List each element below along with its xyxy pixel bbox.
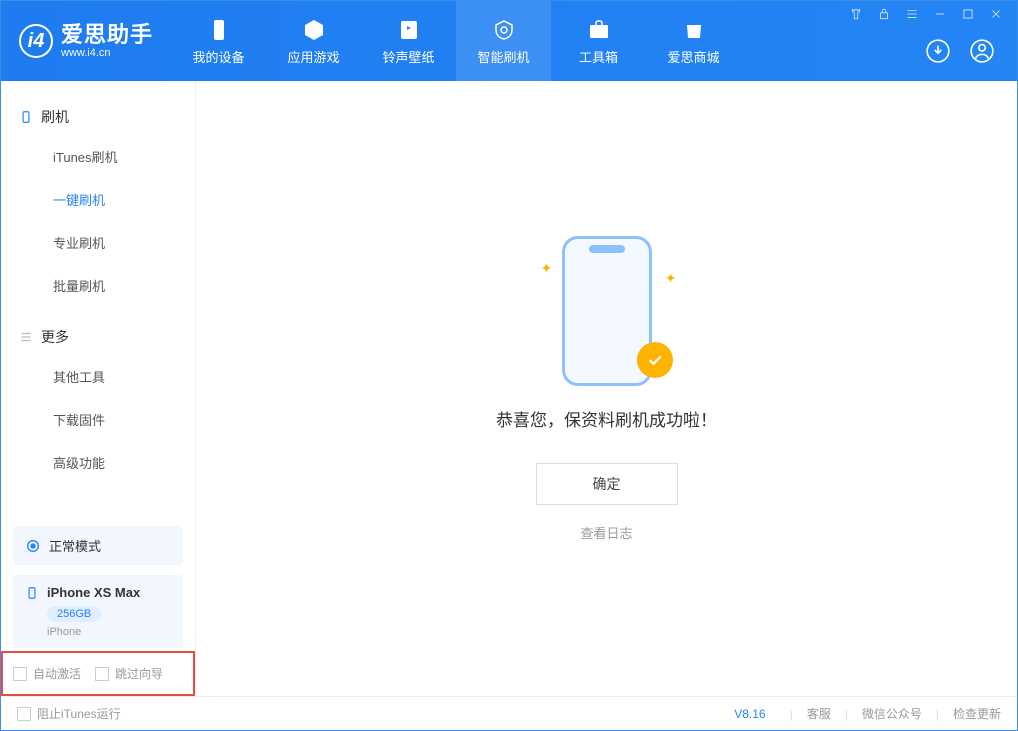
device-box[interactable]: iPhone XS Max 256GB iPhone (13, 575, 183, 648)
minimize-icon[interactable] (933, 7, 947, 26)
header-bar: i4 爱思助手 www.i4.cn 我的设备 应用游戏 铃声壁纸 智能刷机 (1, 1, 1017, 81)
app-name: 爱思助手 (61, 23, 153, 47)
nav-store[interactable]: 爱思商城 (646, 1, 741, 81)
options-highlight-box: 自动激活 跳过向导 (1, 651, 195, 696)
check-update-link[interactable]: 检查更新 (953, 705, 1001, 722)
sidebar-section-flash: 刷机 (1, 99, 195, 135)
nav-label: 爱思商城 (668, 47, 720, 66)
checkbox-label: 自动激活 (33, 665, 81, 682)
main-content: ✦ ✦ 恭喜您，保资料刷机成功啦！ 确定 查看日志 (196, 81, 1017, 696)
device-type: iPhone (47, 626, 171, 638)
sidebar-section-more: 更多 (1, 319, 195, 355)
section-title: 刷机 (41, 107, 69, 127)
logo-text: 爱思助手 www.i4.cn (61, 23, 153, 59)
checkbox-block-itunes[interactable]: 阻止iTunes运行 (17, 705, 121, 722)
menu-icon[interactable] (905, 7, 919, 26)
nav-smart-flash[interactable]: 智能刷机 (456, 1, 551, 81)
nav-label: 智能刷机 (478, 47, 530, 66)
section-title: 更多 (41, 327, 69, 347)
ok-button[interactable]: 确定 (536, 463, 678, 505)
mode-box[interactable]: 正常模式 (13, 526, 183, 565)
sidebar-item-other-tools[interactable]: 其他工具 (1, 355, 195, 398)
checkbox-auto-activate[interactable]: 自动激活 (13, 665, 81, 682)
maximize-icon[interactable] (961, 7, 975, 26)
checkbox-label: 跳过向导 (115, 665, 163, 682)
sidebar-item-batch-flash[interactable]: 批量刷机 (1, 264, 195, 307)
body: 刷机 iTunes刷机 一键刷机 专业刷机 批量刷机 更多 其他工具 下载固件 … (1, 81, 1017, 696)
nav-toolbox[interactable]: 工具箱 (551, 1, 646, 81)
close-icon[interactable] (989, 7, 1003, 26)
device-capacity: 256GB (47, 606, 101, 622)
cube-icon (301, 17, 327, 43)
nav-label: 我的设备 (193, 47, 245, 66)
download-icon[interactable] (925, 38, 951, 69)
header-right (849, 1, 1007, 81)
window-controls (849, 7, 1003, 26)
lock-icon[interactable] (877, 7, 891, 26)
shirt-icon[interactable] (849, 7, 863, 26)
support-link[interactable]: 客服 (807, 705, 831, 722)
checkbox-icon (95, 667, 109, 681)
separator: | (845, 707, 848, 721)
separator: | (936, 707, 939, 721)
sparkle-icon: ✦ (541, 260, 553, 277)
briefcase-icon (586, 17, 612, 43)
mode-label: 正常模式 (49, 536, 101, 555)
mode-icon (25, 538, 41, 554)
success-message: 恭喜您，保资料刷机成功啦！ (496, 406, 717, 431)
sparkle-icon: ✦ (665, 270, 677, 287)
sidebar-item-advanced[interactable]: 高级功能 (1, 441, 195, 484)
checkbox-skip-setup[interactable]: 跳过向导 (95, 665, 163, 682)
nav-label: 应用游戏 (288, 47, 340, 66)
app-url: www.i4.cn (61, 47, 153, 59)
logo-icon: i4 (19, 24, 53, 58)
sidebar-item-pro-flash[interactable]: 专业刷机 (1, 221, 195, 264)
device-small-icon (25, 586, 39, 600)
user-icon[interactable] (969, 38, 995, 69)
check-badge-icon (637, 342, 673, 378)
nav-label: 铃声壁纸 (383, 47, 435, 66)
checkbox-icon (13, 667, 27, 681)
music-icon (396, 17, 422, 43)
header-user-icons (925, 38, 995, 69)
nav-my-device[interactable]: 我的设备 (171, 1, 266, 81)
success-illustration: ✦ ✦ (547, 236, 667, 386)
shopping-bag-icon (681, 17, 707, 43)
logo-area: i4 爱思助手 www.i4.cn (1, 1, 171, 81)
device-icon (19, 110, 33, 124)
version-label: V8.16 (734, 707, 765, 721)
phone-icon (206, 17, 232, 43)
top-nav: 我的设备 应用游戏 铃声壁纸 智能刷机 工具箱 爱思商城 (171, 1, 741, 81)
sidebar-item-oneclick-flash[interactable]: 一键刷机 (1, 178, 195, 221)
device-name: iPhone XS Max (47, 585, 140, 600)
wechat-link[interactable]: 微信公众号 (862, 705, 922, 722)
separator: | (790, 707, 793, 721)
nav-apps-games[interactable]: 应用游戏 (266, 1, 361, 81)
refresh-shield-icon (491, 17, 517, 43)
app-window: i4 爱思助手 www.i4.cn 我的设备 应用游戏 铃声壁纸 智能刷机 (0, 0, 1018, 731)
checkbox-label: 阻止iTunes运行 (37, 705, 121, 722)
sidebar-item-itunes-flash[interactable]: iTunes刷机 (1, 135, 195, 178)
sidebar-item-download-firmware[interactable]: 下载固件 (1, 398, 195, 441)
checkbox-icon (17, 707, 31, 721)
status-bar: 阻止iTunes运行 V8.16 | 客服 | 微信公众号 | 检查更新 (1, 696, 1017, 730)
list-icon (19, 330, 33, 344)
sidebar: 刷机 iTunes刷机 一键刷机 专业刷机 批量刷机 更多 其他工具 下载固件 … (1, 81, 196, 696)
nav-ringtone-wallpaper[interactable]: 铃声壁纸 (361, 1, 456, 81)
nav-label: 工具箱 (579, 47, 618, 66)
sidebar-footer: 正常模式 iPhone XS Max 256GB iPhone (1, 508, 195, 648)
view-log-link[interactable]: 查看日志 (580, 523, 632, 542)
